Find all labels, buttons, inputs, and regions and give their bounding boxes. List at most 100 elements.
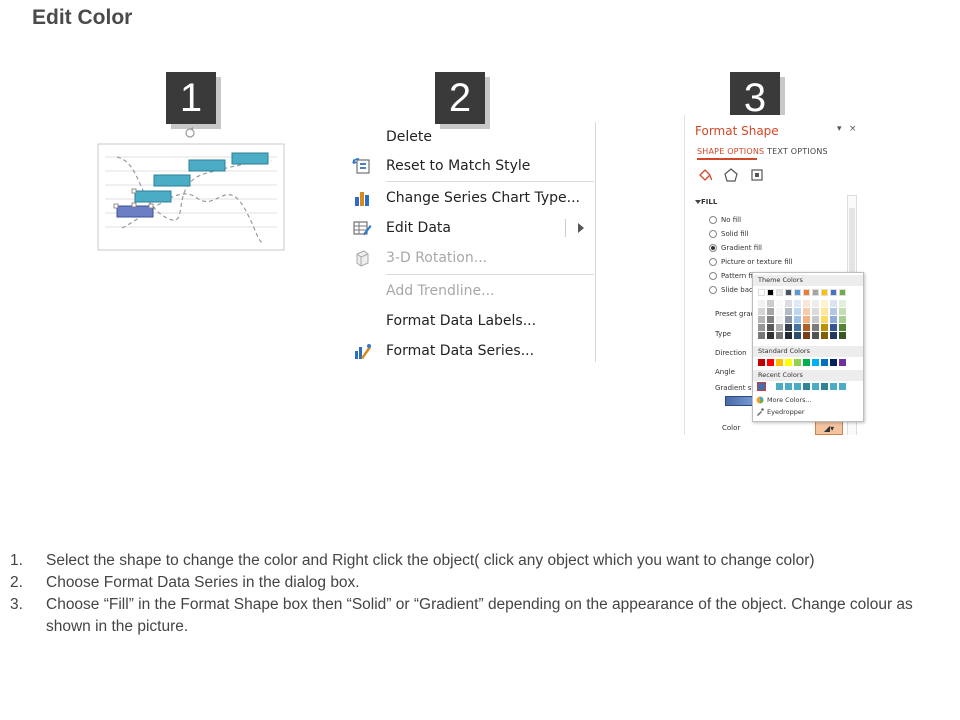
theme-color-shade-swatch[interactable] bbox=[785, 332, 792, 339]
effects-icon[interactable] bbox=[723, 167, 739, 183]
chart-thumbnail[interactable] bbox=[97, 143, 285, 251]
menu-item-delete[interactable]: Delete bbox=[348, 123, 596, 151]
theme-color-shade-swatch[interactable] bbox=[767, 308, 774, 315]
theme-color-shade-swatch[interactable] bbox=[776, 300, 783, 307]
menu-item-edit-data[interactable]: Edit Data bbox=[348, 214, 596, 242]
menu-item-format-data-labels[interactable]: Format Data Labels... bbox=[348, 307, 596, 335]
recent-color-swatch[interactable] bbox=[821, 383, 828, 390]
standard-color-swatch[interactable] bbox=[785, 359, 792, 366]
theme-color-swatch[interactable] bbox=[758, 289, 765, 296]
recent-color-swatch[interactable] bbox=[803, 383, 810, 390]
theme-color-shade-swatch[interactable] bbox=[785, 300, 792, 307]
theme-color-shade-swatch[interactable] bbox=[767, 324, 774, 331]
recent-color-swatch[interactable] bbox=[812, 383, 819, 390]
theme-color-swatch[interactable] bbox=[785, 289, 792, 296]
theme-color-shade-swatch[interactable] bbox=[803, 316, 810, 323]
theme-color-shade-swatch[interactable] bbox=[812, 316, 819, 323]
theme-color-shade-swatch[interactable] bbox=[839, 324, 846, 331]
recent-color-swatch[interactable] bbox=[785, 383, 792, 390]
theme-color-shade-swatch[interactable] bbox=[785, 308, 792, 315]
theme-color-shade-swatch[interactable] bbox=[767, 316, 774, 323]
theme-color-shade-swatch[interactable] bbox=[839, 332, 846, 339]
theme-color-shade-swatch[interactable] bbox=[821, 308, 828, 315]
theme-color-shade-swatch[interactable] bbox=[830, 300, 837, 307]
theme-color-shade-swatch[interactable] bbox=[812, 332, 819, 339]
theme-color-shade-swatch[interactable] bbox=[830, 308, 837, 315]
theme-color-shade-swatch[interactable] bbox=[794, 316, 801, 323]
standard-color-swatch[interactable] bbox=[830, 359, 837, 366]
theme-color-shade-swatch[interactable] bbox=[803, 308, 810, 315]
radio-solid-fill[interactable] bbox=[709, 230, 717, 238]
pane-options-button[interactable]: ▾ bbox=[837, 124, 842, 134]
standard-color-swatch[interactable] bbox=[839, 359, 846, 366]
theme-color-shade-swatch[interactable] bbox=[821, 300, 828, 307]
recent-color-swatch[interactable] bbox=[767, 383, 774, 390]
theme-color-swatch[interactable] bbox=[821, 289, 828, 296]
theme-color-shade-swatch[interactable] bbox=[776, 308, 783, 315]
theme-color-shade-swatch[interactable] bbox=[821, 316, 828, 323]
color-dropdown-button[interactable]: ◢ ▾ bbox=[815, 421, 843, 435]
theme-color-shade-swatch[interactable] bbox=[821, 324, 828, 331]
theme-color-shade-swatch[interactable] bbox=[785, 316, 792, 323]
theme-color-shade-swatch[interactable] bbox=[776, 324, 783, 331]
theme-color-shade-swatch[interactable] bbox=[821, 332, 828, 339]
theme-color-swatch[interactable] bbox=[812, 289, 819, 296]
standard-color-swatch[interactable] bbox=[758, 359, 765, 366]
recent-color-swatch[interactable] bbox=[830, 383, 837, 390]
theme-color-swatch[interactable] bbox=[776, 289, 783, 296]
recent-color-swatch[interactable] bbox=[776, 383, 783, 390]
theme-color-shade-swatch[interactable] bbox=[839, 300, 846, 307]
theme-color-shade-swatch[interactable] bbox=[803, 324, 810, 331]
eyedropper-option[interactable]: Eyedropper bbox=[767, 408, 805, 416]
radio-slide-background-fill[interactable] bbox=[709, 286, 717, 294]
menu-item-format-data-series[interactable]: Format Data Series... bbox=[348, 337, 596, 365]
theme-color-shade-swatch[interactable] bbox=[776, 316, 783, 323]
theme-color-shade-swatch[interactable] bbox=[794, 300, 801, 307]
radio-pattern-fill[interactable] bbox=[709, 272, 717, 280]
theme-color-swatch[interactable] bbox=[794, 289, 801, 296]
menu-item-change-chart-type[interactable]: Change Series Chart Type... bbox=[348, 184, 596, 212]
theme-color-shade-swatch[interactable] bbox=[812, 300, 819, 307]
more-colors-option[interactable]: More Colors... bbox=[767, 396, 812, 404]
theme-color-shade-swatch[interactable] bbox=[839, 308, 846, 315]
theme-color-shade-swatch[interactable] bbox=[830, 332, 837, 339]
theme-color-swatch[interactable] bbox=[767, 289, 774, 296]
theme-color-shade-swatch[interactable] bbox=[758, 316, 765, 323]
theme-color-swatch[interactable] bbox=[839, 289, 846, 296]
theme-color-shade-swatch[interactable] bbox=[794, 324, 801, 331]
theme-color-shade-swatch[interactable] bbox=[839, 316, 846, 323]
fill-line-icon[interactable] bbox=[697, 167, 713, 183]
recent-color-swatch[interactable] bbox=[794, 383, 801, 390]
theme-color-shade-swatch[interactable] bbox=[758, 308, 765, 315]
theme-color-shade-swatch[interactable] bbox=[812, 308, 819, 315]
close-icon[interactable]: × bbox=[849, 124, 857, 134]
size-properties-icon[interactable] bbox=[749, 167, 765, 183]
theme-color-shade-swatch[interactable] bbox=[803, 332, 810, 339]
theme-color-swatch[interactable] bbox=[803, 289, 810, 296]
tab-text-options[interactable]: TEXT OPTIONS bbox=[767, 147, 828, 156]
standard-color-swatch[interactable] bbox=[794, 359, 801, 366]
rotate-handle-icon[interactable] bbox=[183, 126, 197, 140]
theme-color-shade-swatch[interactable] bbox=[758, 324, 765, 331]
radio-gradient-fill[interactable] bbox=[709, 244, 717, 252]
theme-color-shade-swatch[interactable] bbox=[812, 324, 819, 331]
radio-no-fill[interactable] bbox=[709, 216, 717, 224]
theme-color-shade-swatch[interactable] bbox=[767, 300, 774, 307]
theme-color-shade-swatch[interactable] bbox=[767, 332, 774, 339]
theme-color-shade-swatch[interactable] bbox=[794, 308, 801, 315]
radio-picture-fill[interactable] bbox=[709, 258, 717, 266]
standard-color-swatch[interactable] bbox=[767, 359, 774, 366]
theme-color-shade-swatch[interactable] bbox=[758, 300, 765, 307]
recent-color-swatch[interactable] bbox=[839, 383, 846, 390]
theme-color-shade-swatch[interactable] bbox=[830, 324, 837, 331]
theme-color-shade-swatch[interactable] bbox=[830, 316, 837, 323]
theme-color-shade-swatch[interactable] bbox=[785, 324, 792, 331]
recent-color-swatch[interactable] bbox=[757, 382, 766, 391]
standard-color-swatch[interactable] bbox=[821, 359, 828, 366]
theme-color-shade-swatch[interactable] bbox=[776, 332, 783, 339]
tab-shape-options[interactable]: SHAPE OPTIONS bbox=[697, 147, 764, 156]
standard-color-swatch[interactable] bbox=[776, 359, 783, 366]
theme-color-shade-swatch[interactable] bbox=[803, 300, 810, 307]
theme-color-swatch[interactable] bbox=[830, 289, 837, 296]
theme-color-shade-swatch[interactable] bbox=[758, 332, 765, 339]
